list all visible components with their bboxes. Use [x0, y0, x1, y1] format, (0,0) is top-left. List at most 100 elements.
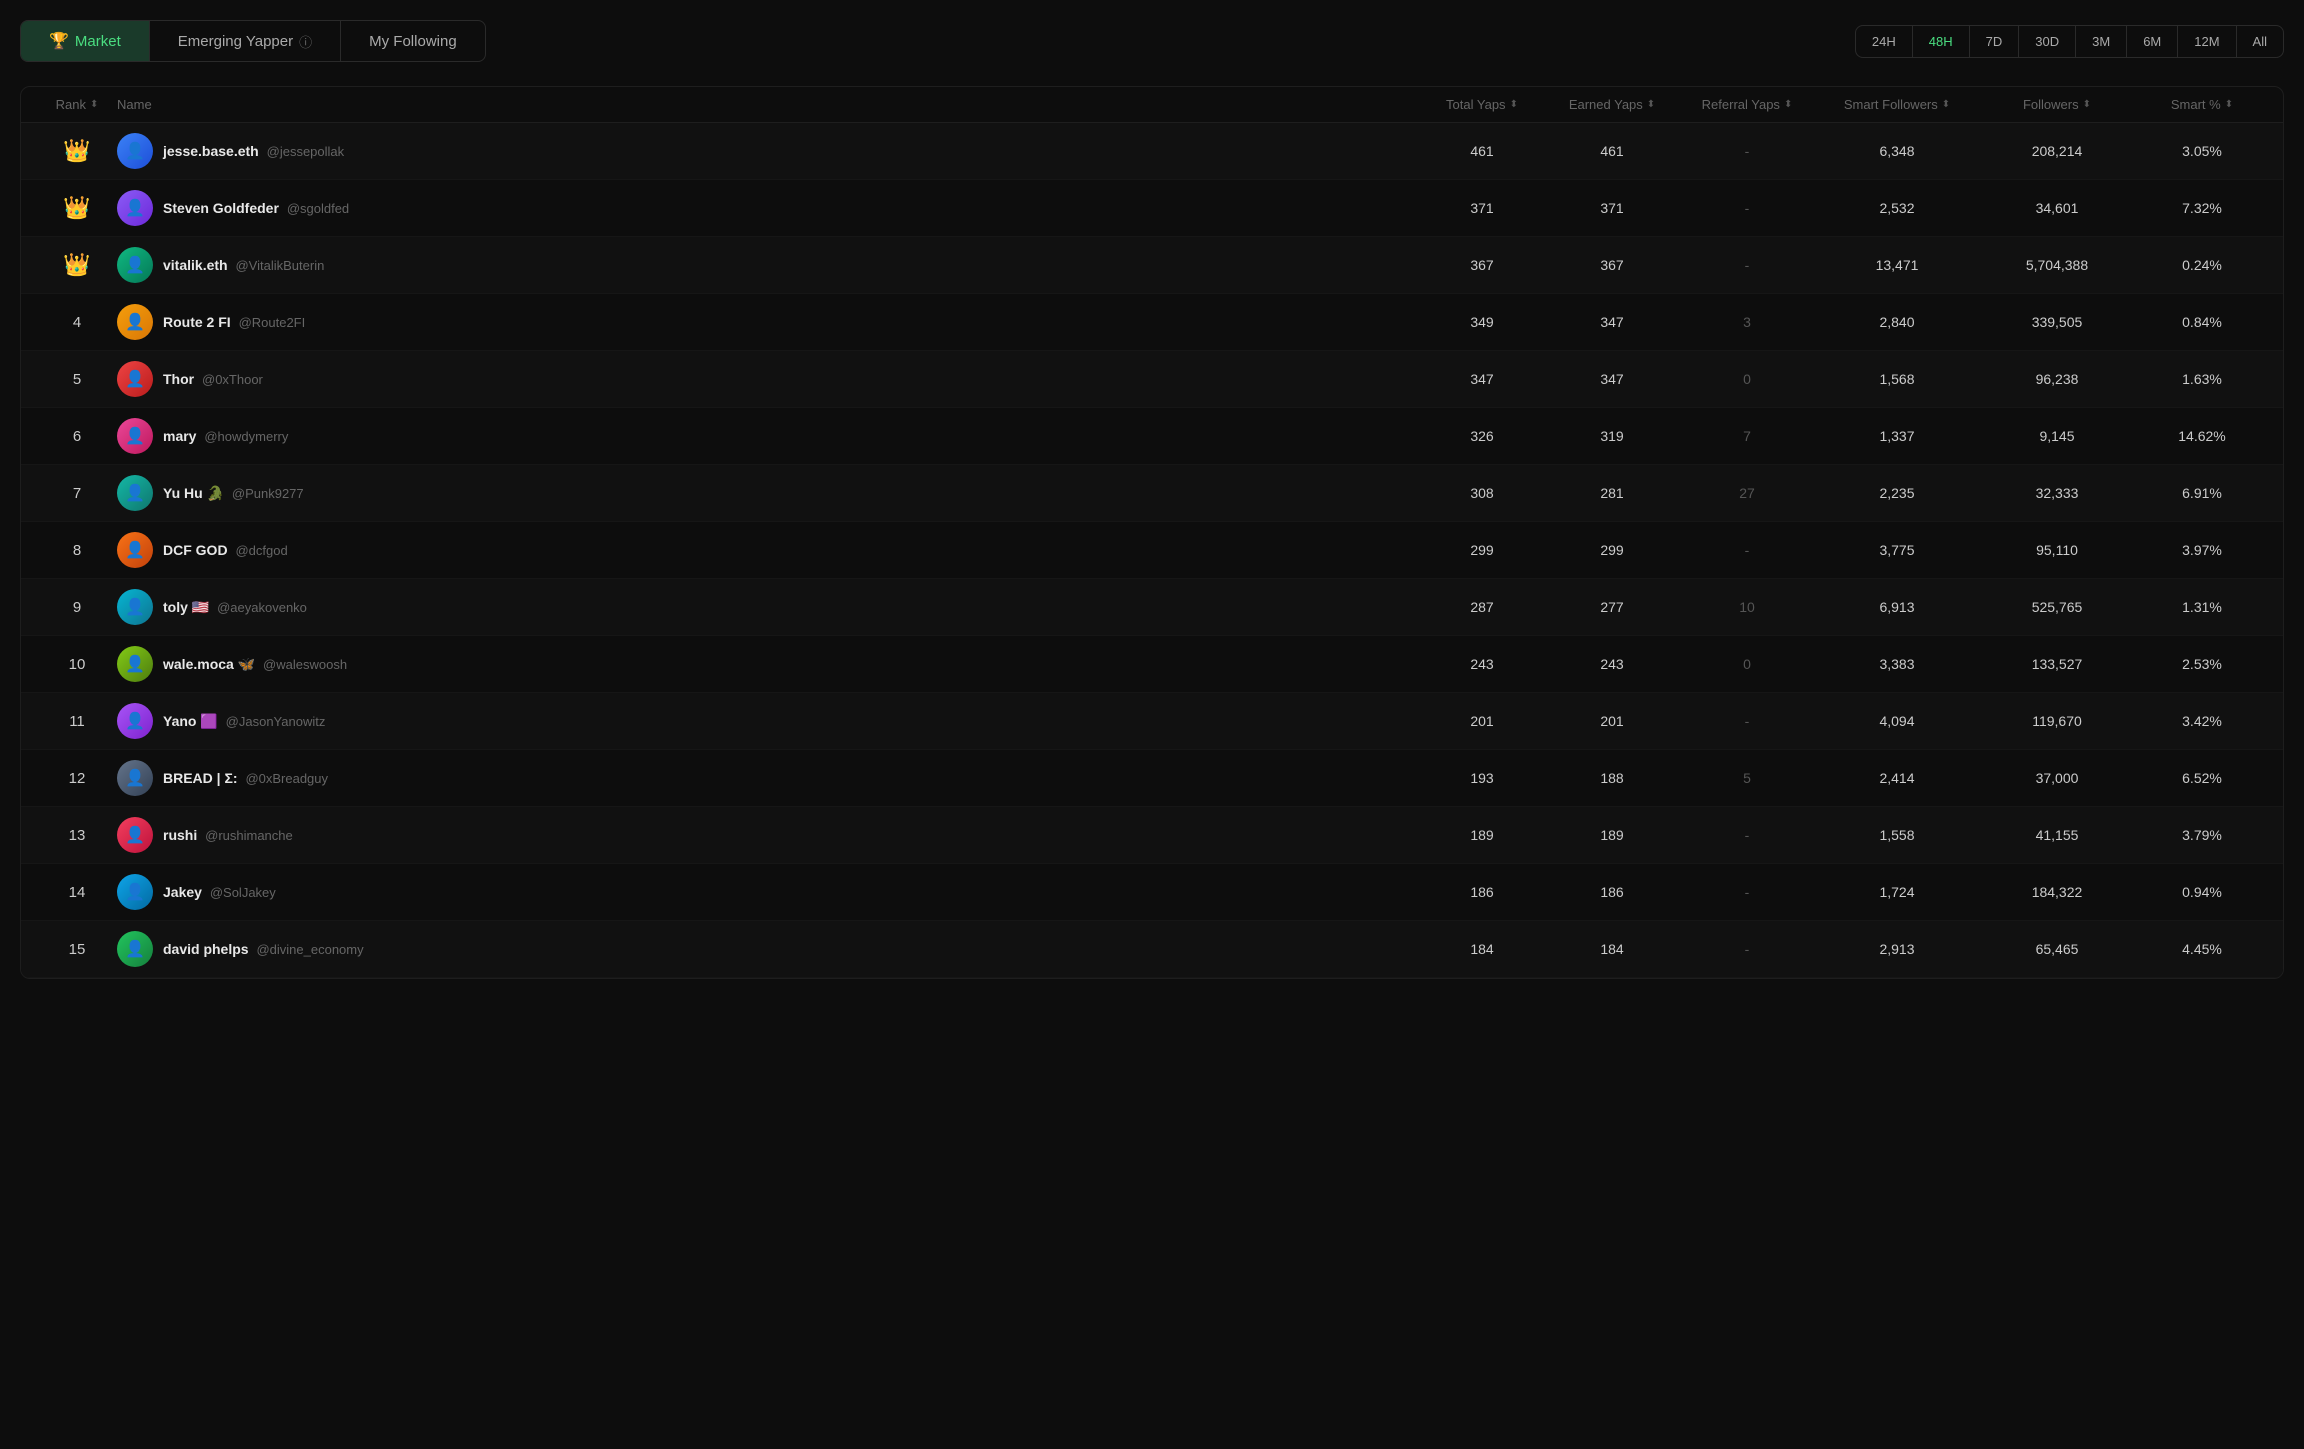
smart-pct-cell: 0.24%: [2137, 257, 2267, 273]
tab-following-label: My Following: [369, 33, 457, 50]
col-referral-yaps[interactable]: Referral Yaps ⬍: [1677, 97, 1817, 112]
avatar: 👤: [117, 817, 153, 853]
name-cell: 👤 Jakey @SolJakey: [117, 874, 1417, 910]
user-handle: @howdymerry: [204, 429, 288, 444]
rank-number: 12: [69, 770, 86, 787]
avatar: 👤: [117, 931, 153, 967]
total-yaps-cell: 349: [1417, 314, 1547, 330]
referral-yaps-cell: 0: [1677, 656, 1817, 672]
table-row[interactable]: 8 👤 DCF GOD @dcfgod 299 299 - 3,775 95,1…: [21, 522, 2283, 579]
followers-cell: 34,601: [1977, 200, 2137, 216]
table-row[interactable]: 10 👤 wale.moca 🦋 @waleswoosh 243 243 0 3…: [21, 636, 2283, 693]
user-handle: @waleswoosh: [263, 657, 347, 672]
rank-cell: 12: [37, 770, 117, 787]
time-btn-6m[interactable]: 6M: [2127, 26, 2178, 57]
rank-cell: 15: [37, 941, 117, 958]
col-total-yaps[interactable]: Total Yaps ⬍: [1417, 97, 1547, 112]
followers-cell: 133,527: [1977, 656, 2137, 672]
time-btn-30d[interactable]: 30D: [2019, 26, 2076, 57]
avatar: 👤: [117, 190, 153, 226]
table-row[interactable]: 7 👤 Yu Hu 🐊 @Punk9277 308 281 27 2,235 3…: [21, 465, 2283, 522]
rank-number: 13: [69, 827, 86, 844]
tab-following[interactable]: My Following: [341, 21, 485, 61]
col-name: Name: [117, 97, 1417, 112]
col-earned-yaps[interactable]: Earned Yaps ⬍: [1547, 97, 1677, 112]
col-smart-followers[interactable]: Smart Followers ⬍: [1817, 97, 1977, 112]
rank-cell: 5: [37, 371, 117, 388]
smart-pct-cell: 2.53%: [2137, 656, 2267, 672]
table-row[interactable]: 13 👤 rushi @rushimanche 189 189 - 1,558 …: [21, 807, 2283, 864]
tab-emerging[interactable]: Emerging Yapper ⓘ: [150, 21, 341, 61]
time-btn-3m[interactable]: 3M: [2076, 26, 2127, 57]
rank-number: 6: [73, 428, 81, 445]
referral-yaps-cell: -: [1677, 143, 1817, 159]
rank-cell: 11: [37, 713, 117, 730]
rank-cell: 10: [37, 656, 117, 673]
table-row[interactable]: 12 👤 BREAD | Σ: @0xBreadguy 193 188 5 2,…: [21, 750, 2283, 807]
time-btn-48h[interactable]: 48H: [1913, 26, 1970, 57]
smart-pct-cell: 3.97%: [2137, 542, 2267, 558]
smart-followers-cell: 2,235: [1817, 485, 1977, 501]
name-cell: 👤 david phelps @divine_economy: [117, 931, 1417, 967]
earned-yaps-cell: 347: [1547, 314, 1677, 330]
table-row[interactable]: 👑 👤 jesse.base.eth @jessepollak 461 461 …: [21, 123, 2283, 180]
table-row[interactable]: 4 👤 Route 2 FI @Route2FI 349 347 3 2,840…: [21, 294, 2283, 351]
time-btn-24h[interactable]: 24H: [1856, 26, 1913, 57]
time-btn-all[interactable]: All: [2237, 26, 2283, 57]
rank-number: 11: [69, 713, 85, 730]
smart-pct-cell: 14.62%: [2137, 428, 2267, 444]
col-followers[interactable]: Followers ⬍: [1977, 97, 2137, 112]
total-yaps-cell: 299: [1417, 542, 1547, 558]
table-row[interactable]: 5 👤 Thor @0xThoor 347 347 0 1,568 96,238…: [21, 351, 2283, 408]
col-rank[interactable]: Rank ⬍: [37, 97, 117, 112]
user-name: Thor: [163, 371, 194, 387]
table-row[interactable]: 14 👤 Jakey @SolJakey 186 186 - 1,724 184…: [21, 864, 2283, 921]
smart-followers-cell: 6,913: [1817, 599, 1977, 615]
avatar: 👤: [117, 646, 153, 682]
table-header: Rank ⬍ Name Total Yaps ⬍ Earned Yaps ⬍ R…: [21, 87, 2283, 123]
rank-cell: 👑: [37, 138, 117, 164]
total-yaps-cell: 201: [1417, 713, 1547, 729]
user-name: DCF GOD: [163, 542, 228, 558]
referral-yaps-cell: -: [1677, 941, 1817, 957]
table-row[interactable]: 6 👤 mary @howdymerry 326 319 7 1,337 9,1…: [21, 408, 2283, 465]
name-info: toly 🇺🇸 @aeyakovenko: [163, 599, 307, 616]
name-cell: 👤 toly 🇺🇸 @aeyakovenko: [117, 589, 1417, 625]
earned-yaps-cell: 281: [1547, 485, 1677, 501]
table-row[interactable]: 11 👤 Yano 🟪 @JasonYanowitz 201 201 - 4,0…: [21, 693, 2283, 750]
name-cell: 👤 Route 2 FI @Route2FI: [117, 304, 1417, 340]
crown-icon: 👑: [63, 138, 90, 164]
sort-followers-icon: ⬍: [2083, 99, 2091, 110]
time-btn-12m[interactable]: 12M: [2178, 26, 2236, 57]
earned-yaps-cell: 371: [1547, 200, 1677, 216]
time-filter-group: 24H 48H 7D 30D 3M 6M 12M All: [1855, 25, 2284, 58]
sort-total-icon: ⬍: [1510, 99, 1518, 110]
referral-yaps-cell: -: [1677, 827, 1817, 843]
rank-number: 4: [73, 314, 81, 331]
tab-market[interactable]: 🏆 Market: [21, 21, 150, 61]
avatar: 👤: [117, 589, 153, 625]
smart-followers-cell: 4,094: [1817, 713, 1977, 729]
user-name: Route 2 FI: [163, 314, 231, 330]
smart-pct-cell: 1.63%: [2137, 371, 2267, 387]
table-row[interactable]: 9 👤 toly 🇺🇸 @aeyakovenko 287 277 10 6,91…: [21, 579, 2283, 636]
rank-cell: 👑: [37, 195, 117, 221]
time-btn-7d[interactable]: 7D: [1970, 26, 2020, 57]
user-handle: @rushimanche: [205, 828, 293, 843]
earned-yaps-cell: 186: [1547, 884, 1677, 900]
name-cell: 👤 mary @howdymerry: [117, 418, 1417, 454]
name-info: Steven Goldfeder @sgoldfed: [163, 200, 349, 216]
col-smart-pct[interactable]: Smart % ⬍: [2137, 97, 2267, 112]
earned-yaps-cell: 243: [1547, 656, 1677, 672]
followers-cell: 119,670: [1977, 713, 2137, 729]
table-row[interactable]: 👑 👤 vitalik.eth @VitalikButerin 367 367 …: [21, 237, 2283, 294]
name-info: Jakey @SolJakey: [163, 884, 276, 900]
rank-number: 7: [73, 485, 81, 502]
smart-followers-cell: 2,414: [1817, 770, 1977, 786]
total-yaps-cell: 193: [1417, 770, 1547, 786]
table-row[interactable]: 15 👤 david phelps @divine_economy 184 18…: [21, 921, 2283, 978]
referral-yaps-cell: -: [1677, 713, 1817, 729]
table-row[interactable]: 👑 👤 Steven Goldfeder @sgoldfed 371 371 -…: [21, 180, 2283, 237]
name-info: Yu Hu 🐊 @Punk9277: [163, 485, 304, 502]
avatar: 👤: [117, 475, 153, 511]
